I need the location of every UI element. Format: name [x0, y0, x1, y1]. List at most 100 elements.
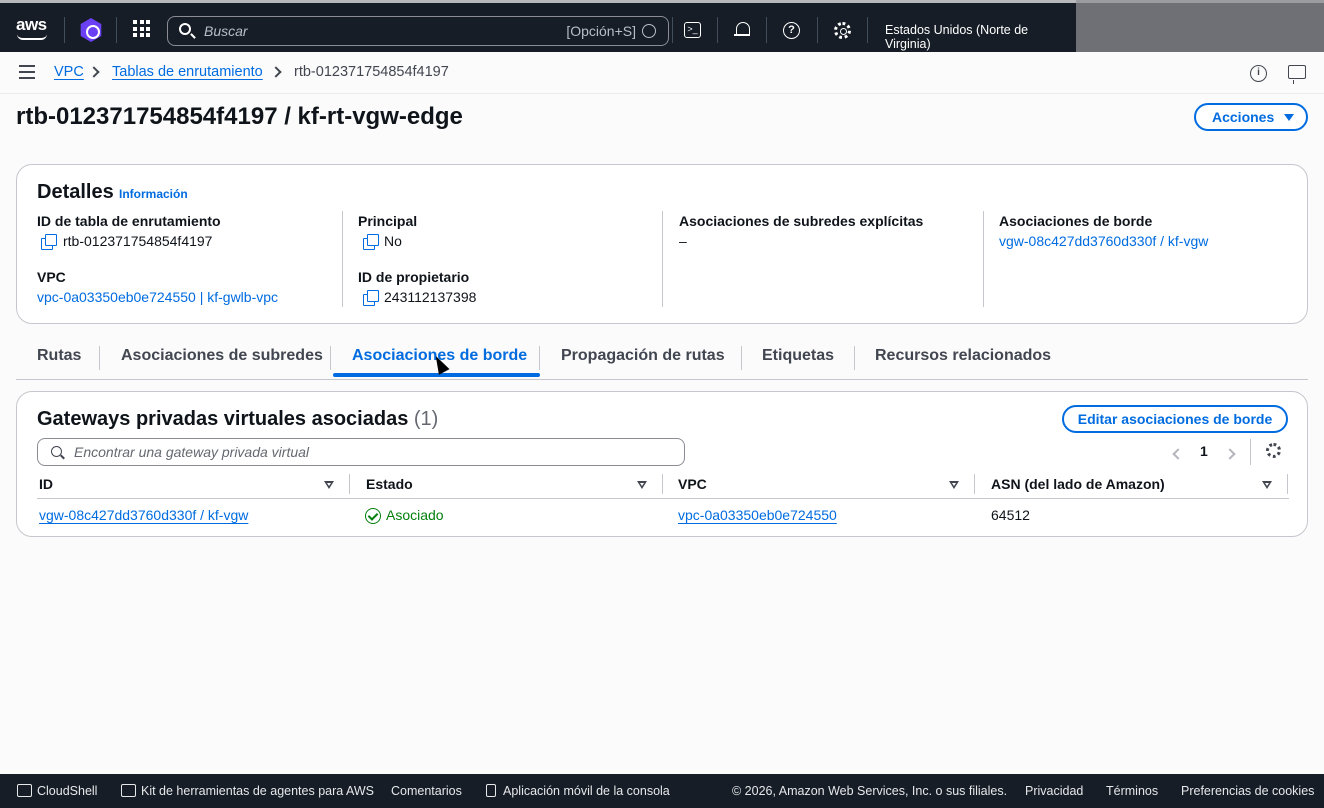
- table-settings-gear-icon[interactable]: [1266, 443, 1281, 458]
- sort-icon[interactable]: [949, 481, 959, 489]
- info-link[interactable]: Información: [119, 187, 188, 201]
- edit-edge-associations-button[interactable]: Editar asociaciones de borde: [1062, 405, 1288, 433]
- column-divider: [974, 474, 975, 494]
- tab-divider: [330, 346, 331, 370]
- pagination-divider: [1250, 439, 1251, 465]
- monitor-icon[interactable]: [1288, 65, 1306, 84]
- copy-icon[interactable]: [363, 290, 379, 306]
- row-gateway-id-link[interactable]: vgw-08c427dd3760d330f / kf-vgw: [39, 507, 248, 523]
- nav-divider: [867, 17, 868, 43]
- sort-icon[interactable]: [637, 481, 647, 489]
- footer-feedback[interactable]: Comentarios: [391, 784, 462, 798]
- column-divider: [1287, 474, 1288, 494]
- footer-cloudshell[interactable]: CloudShell: [37, 784, 97, 798]
- search-input[interactable]: Buscar [Opción+S]: [167, 16, 669, 46]
- tab-divider: [99, 346, 100, 370]
- vpc-label: VPC: [37, 269, 66, 285]
- actions-button[interactable]: Acciones: [1194, 103, 1308, 131]
- rt-id-value: rtb-012371754854f4197: [63, 233, 213, 249]
- gateways-card: Gateways privadas virtuales asociadas (1…: [16, 391, 1308, 537]
- owner-value: 243112137398: [384, 289, 477, 305]
- nav-divider: [766, 17, 767, 43]
- edge-assoc-link[interactable]: vgw-08c427dd3760d330f / kf-vgw: [999, 233, 1208, 249]
- page-title: rtb-012371754854f4197 / kf-rt-vgw-edge: [16, 103, 463, 130]
- tab-related-resources[interactable]: Recursos relacionados: [875, 347, 1051, 365]
- footer-toolkit[interactable]: Kit de herramientas de agentes para AWS: [141, 784, 374, 798]
- row-status: Asociado: [386, 507, 444, 523]
- tab-divider: [741, 346, 742, 370]
- column-header-status[interactable]: Estado: [366, 476, 413, 492]
- tab-subnet-associations[interactable]: Asociaciones de subredes: [121, 347, 323, 365]
- help-icon[interactable]: ?: [783, 22, 800, 39]
- gateways-title-text: Gateways privadas virtuales asociadas: [37, 408, 409, 430]
- column-divider: [349, 474, 350, 494]
- page-prev-icon[interactable]: [1172, 448, 1184, 460]
- top-navigation: aws Buscar [Opción+S] >_ ? Estados Unido…: [0, 0, 1076, 52]
- tab-route-propagation[interactable]: Propagación de rutas: [561, 347, 725, 365]
- mobile-icon: [486, 784, 496, 797]
- account-menu-area[interactable]: [1076, 0, 1324, 52]
- search-icon: [179, 23, 191, 35]
- details-title: Detalles: [37, 181, 114, 203]
- breadcrumb-vpc[interactable]: VPC: [54, 64, 84, 80]
- column-header-id[interactable]: ID: [39, 476, 53, 492]
- clear-icon: [642, 24, 656, 38]
- caret-down-icon: [1284, 114, 1294, 121]
- subnet-assoc-value: –: [679, 233, 687, 249]
- footer-privacy[interactable]: Privacidad: [1025, 784, 1083, 798]
- row-vpc-link[interactable]: vpc-0a03350eb0e724550: [678, 507, 837, 523]
- footer-copyright: © 2026, Amazon Web Services, Inc. o sus …: [732, 784, 1008, 798]
- nav-divider: [64, 17, 65, 43]
- settings-gear-icon[interactable]: [834, 22, 851, 39]
- column-header-vpc[interactable]: VPC: [678, 476, 707, 492]
- copy-icon[interactable]: [363, 234, 379, 250]
- copy-icon[interactable]: [41, 234, 57, 250]
- sort-icon[interactable]: [324, 481, 334, 489]
- page-number[interactable]: 1: [1200, 443, 1208, 459]
- rt-id-label: ID de tabla de enrutamiento: [37, 213, 221, 229]
- vpc-link[interactable]: vpc-0a03350eb0e724550 | kf-gwlb-vpc: [37, 289, 278, 305]
- gateways-title: Gateways privadas virtuales asociadas (1…: [37, 408, 438, 431]
- row-asn: 64512: [991, 507, 1030, 523]
- services-grid-icon[interactable]: [133, 20, 150, 37]
- aws-logo[interactable]: aws: [16, 15, 47, 40]
- region-selector[interactable]: Estados Unidos (Norte de Virginia): [885, 23, 1076, 51]
- subnet-assoc-label: Asociaciones de subredes explícitas: [679, 213, 924, 229]
- info-icon[interactable]: i: [1250, 65, 1267, 82]
- sort-icon[interactable]: [1262, 481, 1272, 489]
- nav-divider: [116, 17, 117, 43]
- tab-bar: Rutas Asociaciones de subredes Asociacio…: [16, 342, 1308, 380]
- cloudshell-icon[interactable]: >_: [684, 22, 701, 38]
- aws-logo-text: aws: [16, 15, 47, 34]
- notifications-bell-icon[interactable]: [734, 21, 750, 38]
- cloudshell-icon: [17, 784, 32, 797]
- q-assistant-icon[interactable]: [80, 18, 102, 42]
- status-success-icon: [365, 508, 381, 524]
- column-divider: [662, 474, 663, 494]
- gateways-count: (1): [413, 408, 439, 430]
- breadcrumb-current: rtb-012371754854f4197: [294, 64, 449, 80]
- nav-divider: [672, 17, 673, 43]
- footer-mobile-app[interactable]: Aplicación móvil de la consola: [503, 784, 670, 798]
- nav-divider: [717, 17, 718, 43]
- tab-routes[interactable]: Rutas: [37, 347, 81, 365]
- search-icon: [51, 446, 62, 457]
- table-header-line: [37, 498, 1289, 499]
- nav-divider: [817, 17, 818, 43]
- chevron-right-icon: [88, 66, 100, 78]
- tab-tags[interactable]: Etiquetas: [762, 347, 834, 365]
- active-tab-indicator: [333, 373, 540, 377]
- tab-divider: [854, 346, 855, 370]
- footer-cookies[interactable]: Preferencias de cookies: [1181, 784, 1314, 798]
- menu-hamburger-icon[interactable]: [19, 65, 35, 79]
- search-placeholder: Buscar: [204, 23, 248, 39]
- gateway-filter-input[interactable]: Encontrar una gateway privada virtual: [37, 438, 685, 466]
- column-header-asn[interactable]: ASN (del lado de Amazon): [991, 476, 1165, 492]
- toolkit-icon: [121, 784, 136, 797]
- filter-placeholder: Encontrar una gateway privada virtual: [74, 444, 310, 460]
- actions-label: Acciones: [1212, 109, 1275, 125]
- footer-terms[interactable]: Términos: [1106, 784, 1158, 798]
- page-next-icon[interactable]: [1224, 448, 1236, 460]
- breadcrumb-route-tables[interactable]: Tablas de enrutamiento: [112, 64, 263, 80]
- main-label: Principal: [358, 213, 418, 229]
